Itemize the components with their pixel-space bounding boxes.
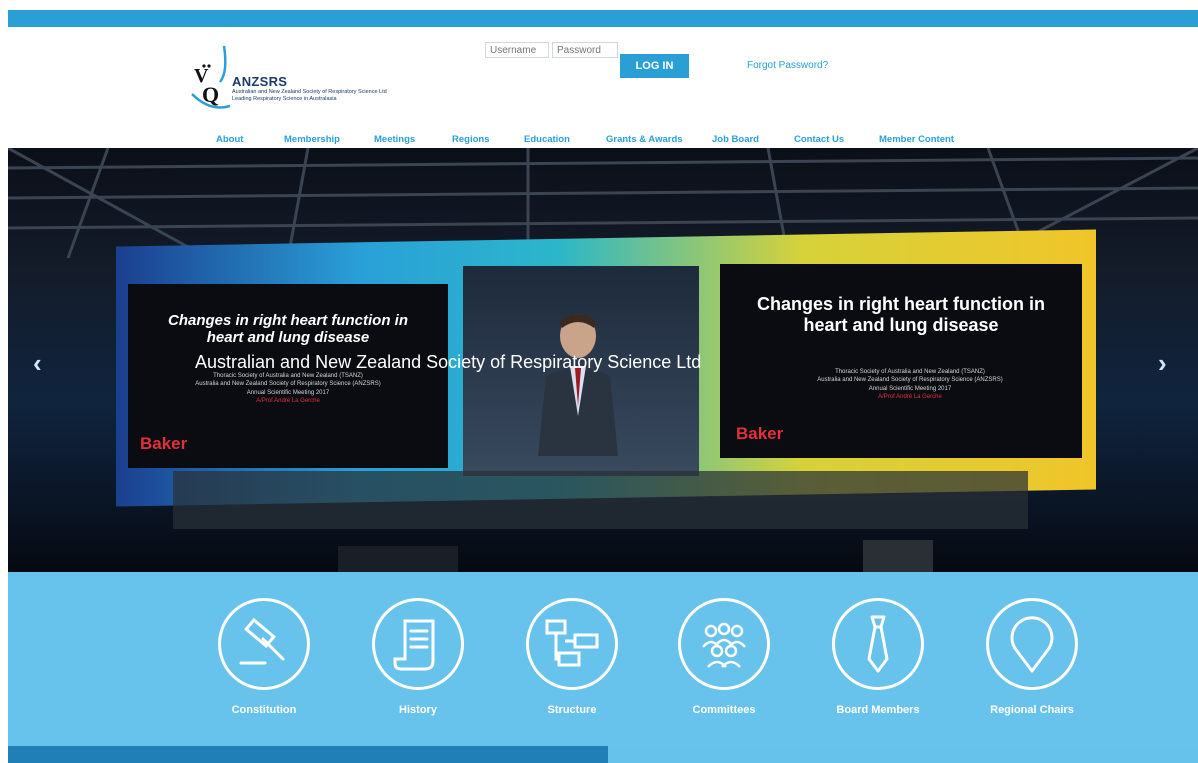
map-pin-icon (1010, 616, 1054, 673)
slide-title-left: Changes in right heart function in heart… (168, 312, 408, 347)
stage-table (338, 546, 458, 572)
presenter-figure (538, 314, 618, 456)
feature-regional-chairs[interactable]: Regional Chairs (976, 598, 1086, 718)
bottom-bar (8, 746, 1198, 763)
nav-item-regions[interactable]: Regions (452, 134, 489, 145)
feature-circle (832, 598, 924, 690)
login-button[interactable]: LOG IN (620, 54, 689, 78)
nav-item-about[interactable]: About (216, 134, 243, 145)
feature-links: Constitution History Structure Committee… (8, 572, 1198, 746)
feature-constitution[interactable]: Constitution (208, 598, 318, 718)
sponsor-logo-right: Baker (736, 424, 784, 443)
nav-item-job-board[interactable]: Job Board (712, 134, 759, 145)
feature-history[interactable]: History (362, 598, 472, 718)
slide-line: A/Prof André La Gerche (256, 398, 320, 405)
feature-label: Structure (547, 704, 597, 716)
slide-line: A/Prof André La Gerche (878, 394, 942, 401)
feature-structure[interactable]: Structure (516, 598, 626, 718)
slide-line: Australia and New Zealand Society of Res… (195, 381, 381, 388)
feature-label: History (399, 704, 437, 716)
slide-line: Thoracic Society of Australia and New Ze… (835, 369, 985, 375)
slide-line: Thoracic Society of Australia and New Ze… (213, 373, 363, 379)
username-input[interactable] (485, 42, 549, 58)
feature-circle (986, 598, 1078, 690)
nav-item-meetings[interactable]: Meetings (374, 134, 415, 145)
feature-circle (372, 598, 464, 690)
feature-label: Board Members (836, 704, 920, 716)
nav-item-membership[interactable]: Membership (284, 134, 340, 145)
carousel-next-icon[interactable]: › (1158, 348, 1167, 379)
forgot-password-link[interactable]: Forgot Password? (747, 60, 828, 71)
sponsor-logo-left: Baker (140, 434, 188, 453)
nav-item-grants-awards[interactable]: Grants & Awards (606, 134, 683, 145)
carousel-prev-icon[interactable]: ‹ (33, 348, 42, 379)
logo-tagline: Leading Respiratory Science in Australas… (232, 96, 337, 102)
top-accent-bar (8, 10, 1198, 27)
feature-label: Committees (692, 704, 756, 716)
gavel-icon (239, 617, 285, 665)
slide-title-right: Changes in right heart function in heart… (757, 294, 1045, 335)
nav-item-contact-us[interactable]: Contact Us (794, 134, 844, 145)
feature-board-members[interactable]: Board Members (822, 598, 932, 718)
slide-line: Australia and New Zealand Society of Res… (817, 377, 1003, 384)
slide-info-right: Thoracic Society of Australia and New Ze… (780, 368, 1040, 402)
slide-line: Annual Scientific Meeting 2017 (868, 385, 952, 392)
feature-circle (218, 598, 310, 690)
nav-item-member-content[interactable]: Member Content (879, 134, 954, 145)
logo-name: ANZSRS (232, 74, 288, 89)
feature-circle (526, 598, 618, 690)
slide-screen-right: Changes in right heart function in heart… (720, 264, 1082, 458)
feature-label: Constitution (231, 704, 297, 716)
caption-overlay (173, 471, 1028, 529)
bottom-bar-segment (8, 746, 608, 763)
hero-caption: Australian and New Zealand Society of Re… (195, 352, 702, 372)
lectern (863, 540, 933, 572)
slide-screen-left: Changes in right heart function in heart… (128, 284, 448, 468)
nav-item-education[interactable]: Education (524, 134, 570, 145)
tie-icon (867, 615, 889, 673)
logo-subtitle: Australian and New Zealand Society of Re… (232, 89, 387, 95)
password-input[interactable] (552, 42, 618, 58)
slide-info-left: Thoracic Society of Australia and New Ze… (158, 372, 418, 406)
feature-circle (678, 598, 770, 690)
main-navigation: About Membership Meetings Regions Educat… (0, 134, 1198, 148)
scroll-icon (393, 619, 435, 671)
site-logo[interactable]: V Q ANZSRS Australian and New Zealand So… (190, 42, 450, 114)
org-structure-icon (545, 619, 599, 667)
vq-logo-icon: V Q (191, 45, 231, 109)
feature-committees[interactable]: Committees (668, 598, 778, 718)
slide-line: Annual Scientific Meeting 2017 (246, 389, 330, 396)
group-icon (702, 622, 746, 668)
feature-label: Regional Chairs (990, 704, 1074, 716)
